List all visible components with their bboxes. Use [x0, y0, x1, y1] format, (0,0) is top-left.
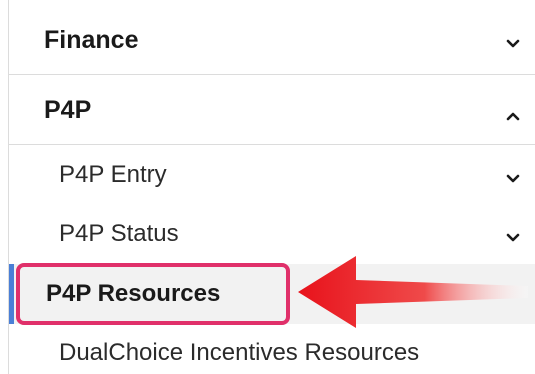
chevron-down-icon[interactable] — [506, 231, 520, 245]
chevron-up-icon[interactable] — [506, 109, 520, 123]
chevron-down-icon[interactable] — [506, 37, 520, 51]
nav-item-p4p-status-label: P4P Status — [59, 220, 179, 247]
app-canvas: Finance P4P P4P Entry P4P Status P4P Res… — [0, 0, 535, 374]
annotation-highlight-box — [16, 263, 290, 325]
arrow-left-icon — [298, 256, 528, 328]
nav-item-p4p-entry[interactable]: P4P Entry — [9, 145, 535, 205]
active-indicator — [9, 264, 14, 324]
nav-section-finance-label: Finance — [44, 26, 139, 54]
nav-item-p4p-entry-label: P4P Entry — [59, 161, 167, 188]
nav-section-p4p[interactable]: P4P — [9, 75, 535, 145]
nav-section-p4p-label: P4P — [44, 96, 92, 124]
nav-section-finance[interactable]: Finance — [9, 5, 535, 75]
chevron-down-icon[interactable] — [506, 172, 520, 186]
